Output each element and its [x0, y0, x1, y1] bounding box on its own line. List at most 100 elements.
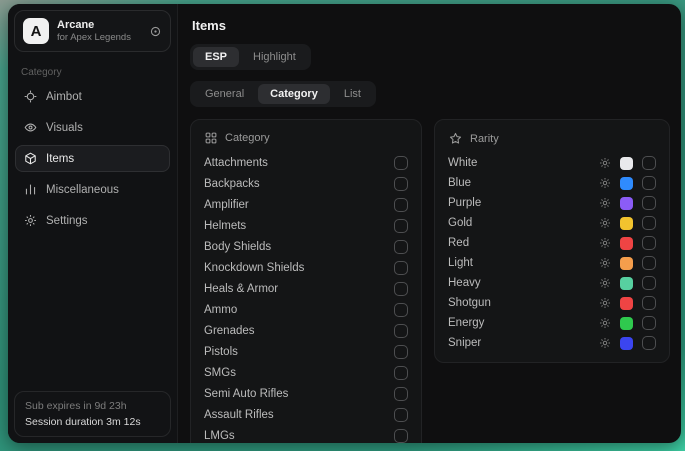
row-settings-gear-icon[interactable]: [599, 257, 611, 269]
checkbox[interactable]: [642, 276, 656, 290]
checkbox[interactable]: [394, 429, 408, 443]
category-row-semi-auto-rifles: Semi Auto Rifles: [204, 383, 408, 404]
category-row-knockdown-shields: Knockdown Shields: [204, 257, 408, 278]
rarity-panel-header: Rarity: [449, 132, 655, 145]
checkbox[interactable]: [642, 176, 656, 190]
checkbox[interactable]: [394, 345, 408, 359]
mode-esp[interactable]: ESP: [193, 47, 239, 67]
checkbox[interactable]: [642, 236, 656, 250]
checkbox[interactable]: [642, 316, 656, 330]
checkbox[interactable]: [394, 408, 408, 422]
color-swatch[interactable]: [620, 297, 633, 310]
category-row-label: Pistols: [204, 346, 238, 358]
category-row-ammo: Ammo: [204, 299, 408, 320]
checkbox[interactable]: [394, 282, 408, 296]
rarity-row-label: Red: [448, 237, 590, 249]
session-duration-text: Session duration 3m 12s: [25, 416, 160, 428]
category-row-label: Backpacks: [204, 178, 260, 190]
checkbox[interactable]: [642, 336, 656, 350]
tab-bar: GeneralCategoryList: [190, 81, 376, 107]
checkbox[interactable]: [394, 177, 408, 191]
sidebar-item-miscellaneous[interactable]: Miscellaneous: [15, 176, 170, 203]
row-settings-gear-icon[interactable]: [599, 197, 611, 209]
color-swatch[interactable]: [620, 177, 633, 190]
sidebar: A Arcane for Apex Legends Category Aimbo…: [8, 4, 178, 443]
sidebar-item-items[interactable]: Items: [15, 145, 170, 172]
tab-general[interactable]: General: [193, 84, 256, 104]
crosshair-icon: [24, 90, 37, 103]
rarity-row-label: Heavy: [448, 277, 590, 289]
row-settings-gear-icon[interactable]: [599, 317, 611, 329]
color-swatch[interactable]: [620, 197, 633, 210]
rarity-row-white: White: [448, 153, 656, 173]
color-swatch[interactable]: [620, 337, 633, 350]
checkbox[interactable]: [642, 296, 656, 310]
category-row-label: Attachments: [204, 157, 268, 169]
category-row-label: Semi Auto Rifles: [204, 388, 288, 400]
mode-highlight[interactable]: Highlight: [241, 47, 308, 67]
sidebar-item-visuals[interactable]: Visuals: [15, 114, 170, 141]
color-swatch[interactable]: [620, 277, 633, 290]
category-panel-title: Category: [225, 132, 270, 144]
checkbox[interactable]: [642, 216, 656, 230]
category-list: AttachmentsBackpacksAmplifierHelmetsBody…: [204, 152, 408, 443]
tab-list[interactable]: List: [332, 84, 373, 104]
row-settings-gear-icon[interactable]: [599, 177, 611, 189]
category-row-label: Heals & Armor: [204, 283, 278, 295]
row-settings-gear-icon[interactable]: [599, 277, 611, 289]
subscription-card: Sub expires in 9d 23h Session duration 3…: [14, 391, 171, 437]
page-title: Items: [192, 18, 670, 33]
row-settings-gear-icon[interactable]: [599, 217, 611, 229]
checkbox[interactable]: [394, 303, 408, 317]
box-icon: [24, 152, 37, 165]
color-swatch[interactable]: [620, 257, 633, 270]
color-swatch[interactable]: [620, 237, 633, 250]
category-row-heals-armor: Heals & Armor: [204, 278, 408, 299]
rarity-row-label: Energy: [448, 317, 590, 329]
checkbox[interactable]: [394, 240, 408, 254]
panels: Category AttachmentsBackpacksAmplifierHe…: [190, 119, 670, 443]
rarity-row-blue: Blue: [448, 173, 656, 193]
sidebar-item-aimbot[interactable]: Aimbot: [15, 83, 170, 110]
checkbox[interactable]: [394, 198, 408, 212]
color-swatch[interactable]: [620, 157, 633, 170]
category-row-label: Helmets: [204, 220, 246, 232]
rarity-row-label: Blue: [448, 177, 590, 189]
app-logo: A: [23, 18, 49, 44]
category-row-lmgs: LMGs: [204, 425, 408, 443]
checkbox[interactable]: [394, 366, 408, 380]
sidebar-item-settings[interactable]: Settings: [15, 207, 170, 234]
rarity-row-energy: Energy: [448, 313, 656, 333]
nav-item-label: Visuals: [46, 122, 83, 134]
tab-category[interactable]: Category: [258, 84, 330, 104]
color-swatch[interactable]: [620, 317, 633, 330]
sub-expiry-text: Sub expires in 9d 23h: [25, 400, 160, 412]
rarity-row-label: Shotgun: [448, 297, 590, 309]
checkbox[interactable]: [394, 156, 408, 170]
checkbox[interactable]: [394, 387, 408, 401]
row-settings-gear-icon[interactable]: [599, 297, 611, 309]
rarity-panel-title: Rarity: [470, 133, 499, 145]
category-row-attachments: Attachments: [204, 152, 408, 173]
row-settings-gear-icon[interactable]: [599, 157, 611, 169]
rarity-row-heavy: Heavy: [448, 273, 656, 293]
sidebar-nav: Aimbot Visuals Items Miscellaneous Settings: [14, 83, 171, 234]
row-settings-gear-icon[interactable]: [599, 237, 611, 249]
color-swatch[interactable]: [620, 217, 633, 230]
target-icon[interactable]: [149, 25, 162, 38]
row-settings-gear-icon[interactable]: [599, 337, 611, 349]
rarity-row-shotgun: Shotgun: [448, 293, 656, 313]
star-icon: [449, 132, 462, 145]
checkbox[interactable]: [642, 256, 656, 270]
rarity-row-label: White: [448, 157, 590, 169]
category-row-smgs: SMGs: [204, 362, 408, 383]
category-row-grenades: Grenades: [204, 320, 408, 341]
checkbox[interactable]: [394, 324, 408, 338]
checkbox[interactable]: [642, 156, 656, 170]
checkbox[interactable]: [394, 261, 408, 275]
rarity-row-label: Sniper: [448, 337, 590, 349]
rarity-row-light: Light: [448, 253, 656, 273]
checkbox[interactable]: [394, 219, 408, 233]
checkbox[interactable]: [642, 196, 656, 210]
category-row-assault-rifles: Assault Rifles: [204, 404, 408, 425]
